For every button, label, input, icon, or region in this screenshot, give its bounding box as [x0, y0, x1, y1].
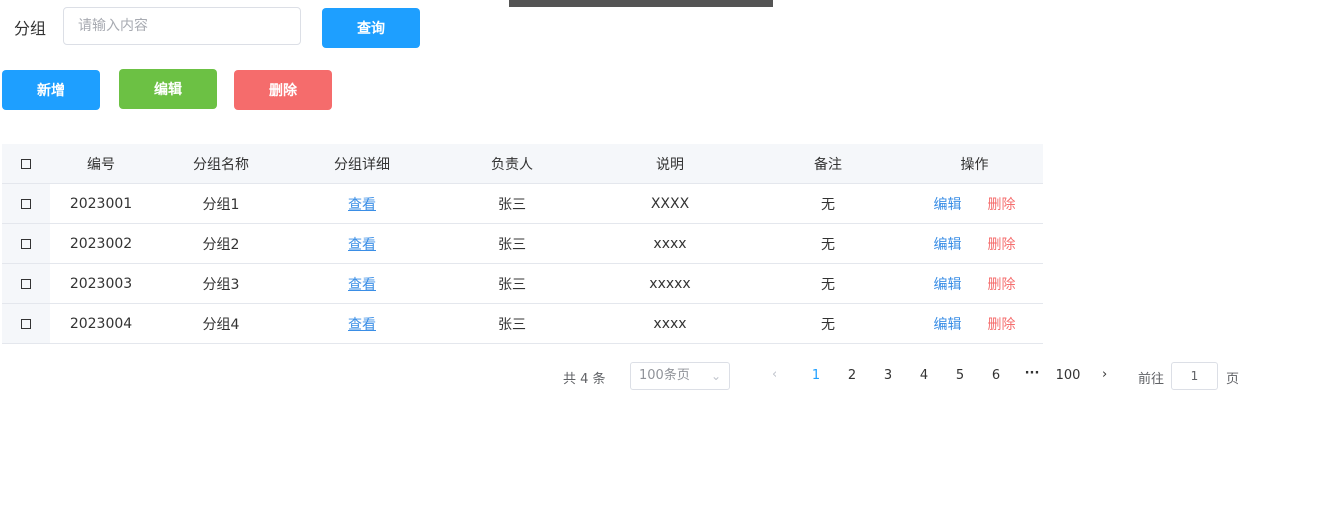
page-number-last[interactable]: 100 — [1052, 368, 1084, 383]
page-number[interactable]: 6 — [984, 368, 1008, 383]
checkbox-icon — [21, 318, 31, 329]
row-checkbox[interactable] — [2, 304, 50, 343]
add-button[interactable]: 新增 — [2, 70, 100, 110]
cell-note: 无 — [821, 316, 835, 333]
next-page-icon[interactable]: › — [1102, 367, 1107, 382]
row-edit-link[interactable]: 编辑 — [934, 234, 962, 254]
page-number[interactable]: 4 — [912, 368, 936, 383]
table-header: 编号 分组名称 分组详细 负责人 说明 备注 操作 — [2, 144, 1043, 184]
chevron-down-icon: ⌄ — [710, 369, 721, 383]
table-row: 2023004 分组4 查看 张三 xxxx 无 编辑 删除 — [2, 304, 1043, 344]
cell-id: 2023004 — [69, 315, 133, 332]
goto-page-input[interactable] — [1171, 362, 1218, 390]
cell-id: 2023001 — [69, 195, 133, 212]
checkbox-icon — [21, 238, 31, 249]
cell-name: 分组4 — [202, 316, 240, 333]
checkbox-icon — [21, 198, 31, 209]
page-size-select[interactable]: 100条页 ⌄ — [630, 362, 730, 390]
column-header-owner: 负责人 — [491, 156, 533, 173]
checkbox-icon — [21, 158, 31, 169]
page-number[interactable]: 3 — [876, 368, 900, 383]
cell-note: 无 — [821, 196, 835, 213]
goto-label: 前往 — [1138, 372, 1165, 387]
column-header-name: 分组名称 — [193, 156, 249, 173]
column-header-detail: 分组详细 — [334, 156, 390, 173]
table-row: 2023003 分组3 查看 张三 xxxxx 无 编辑 删除 — [2, 264, 1043, 304]
cell-desc: xxxx — [653, 235, 687, 252]
cell-owner: 张三 — [498, 276, 526, 293]
view-detail-link[interactable]: 查看 — [348, 317, 376, 333]
cell-desc: xxxxx — [649, 275, 691, 292]
cell-owner: 张三 — [498, 236, 526, 253]
row-checkbox[interactable] — [2, 264, 50, 303]
search-input[interactable] — [63, 7, 301, 45]
column-header-ops: 操作 — [960, 156, 989, 173]
page-number[interactable]: 1 — [804, 368, 828, 383]
query-button[interactable]: 查询 — [322, 8, 420, 48]
row-edit-link[interactable]: 编辑 — [934, 314, 962, 334]
cell-name: 分组3 — [202, 276, 240, 293]
cell-name: 分组1 — [202, 196, 240, 213]
row-delete-link[interactable]: 删除 — [988, 314, 1016, 334]
row-delete-link[interactable]: 删除 — [988, 234, 1016, 254]
cell-note: 无 — [821, 276, 835, 293]
pagination: 共 4 条 100条页 ⌄ ‹ 1 2 3 4 5 6 ··· 100 › 前往… — [0, 362, 1324, 390]
cell-desc: XXXX — [650, 195, 690, 212]
row-checkbox[interactable] — [2, 224, 50, 263]
column-header-desc: 说明 — [656, 156, 684, 173]
more-pages-icon[interactable]: ··· — [1020, 366, 1044, 381]
table-row: 2023002 分组2 查看 张三 xxxx 无 编辑 删除 — [2, 224, 1043, 264]
page-number[interactable]: 2 — [840, 368, 864, 383]
cell-owner: 张三 — [498, 316, 526, 333]
view-detail-link[interactable]: 查看 — [348, 237, 376, 253]
select-all-checkbox[interactable] — [2, 144, 50, 183]
row-edit-link[interactable]: 编辑 — [934, 274, 962, 294]
table-row: 2023001 分组1 查看 张三 XXXX 无 编辑 删除 — [2, 184, 1043, 224]
cell-id: 2023002 — [69, 235, 133, 252]
cell-desc: xxxx — [653, 315, 687, 332]
goto-unit: 页 — [1226, 372, 1240, 387]
checkbox-icon — [21, 278, 31, 289]
cell-name: 分组2 — [202, 236, 240, 253]
top-bar — [509, 0, 773, 7]
row-delete-link[interactable]: 删除 — [988, 274, 1016, 294]
prev-page-icon[interactable]: ‹ — [772, 367, 777, 382]
cell-owner: 张三 — [498, 196, 526, 213]
row-checkbox[interactable] — [2, 184, 50, 223]
view-detail-link[interactable]: 查看 — [348, 277, 376, 293]
delete-button[interactable]: 删除 — [234, 70, 332, 110]
cell-note: 无 — [821, 236, 835, 253]
column-header-id: 编号 — [87, 156, 115, 173]
view-detail-link[interactable]: 查看 — [348, 197, 376, 213]
page-size-value: 100条页 — [639, 368, 690, 383]
page-number[interactable]: 5 — [948, 368, 972, 383]
pagination-total: 共 4 条 — [563, 372, 606, 387]
group-table: 编号 分组名称 分组详细 负责人 说明 备注 操作 2023001 分组1 查看… — [2, 144, 1043, 344]
column-header-note: 备注 — [814, 156, 842, 173]
search-label: 分组 — [14, 19, 47, 38]
cell-id: 2023003 — [69, 275, 133, 292]
row-delete-link[interactable]: 删除 — [988, 194, 1016, 214]
row-edit-link[interactable]: 编辑 — [934, 194, 962, 214]
edit-button[interactable]: 编辑 — [119, 69, 217, 109]
